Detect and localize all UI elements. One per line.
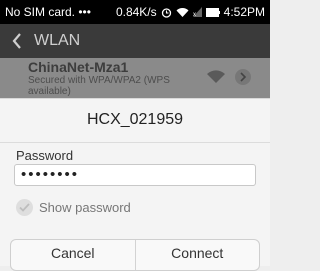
battery-icon xyxy=(205,7,220,17)
checkbox-icon[interactable] xyxy=(16,199,33,216)
dialog-buttons: Cancel Connect xyxy=(10,239,260,271)
cancel-button[interactable]: Cancel xyxy=(11,240,135,270)
dialog-title: HCX_021959 xyxy=(86,111,184,128)
page-title: WLAN xyxy=(34,32,81,49)
divider xyxy=(0,142,270,143)
svg-text:x: x xyxy=(193,12,196,17)
chevron-left-icon[interactable] xyxy=(12,32,26,50)
alarm-icon xyxy=(161,7,172,18)
password-field[interactable]: •••••••• xyxy=(14,164,256,186)
title-bar: WLAN xyxy=(0,24,270,58)
show-password-label: Show password xyxy=(39,200,131,215)
wifi-connect-dialog: HCX_021959 Password •••••••• Show passwo… xyxy=(0,98,270,271)
connect-button[interactable]: Connect xyxy=(134,240,260,270)
network-list-item[interactable]: ChinaNet-Mza1 Secured with WPA/WPA2 (WPS… xyxy=(0,58,270,98)
carrier-text: No SIM card. ••• xyxy=(5,5,91,19)
status-icons: 0.84K/s x 4:52PM xyxy=(116,5,265,19)
status-bar: No SIM card. ••• 0.84K/s x 4:52PM xyxy=(0,0,270,24)
network-speed: 0.84K/s xyxy=(115,5,157,19)
detail-arrow-icon[interactable] xyxy=(234,68,252,91)
wifi-icon xyxy=(176,7,189,18)
password-label: Password xyxy=(16,148,74,163)
wifi-locked-icon xyxy=(206,70,226,89)
clock: 4:52PM xyxy=(223,5,265,19)
show-password-toggle[interactable]: Show password xyxy=(16,199,131,216)
signal-icon: x xyxy=(192,7,202,17)
